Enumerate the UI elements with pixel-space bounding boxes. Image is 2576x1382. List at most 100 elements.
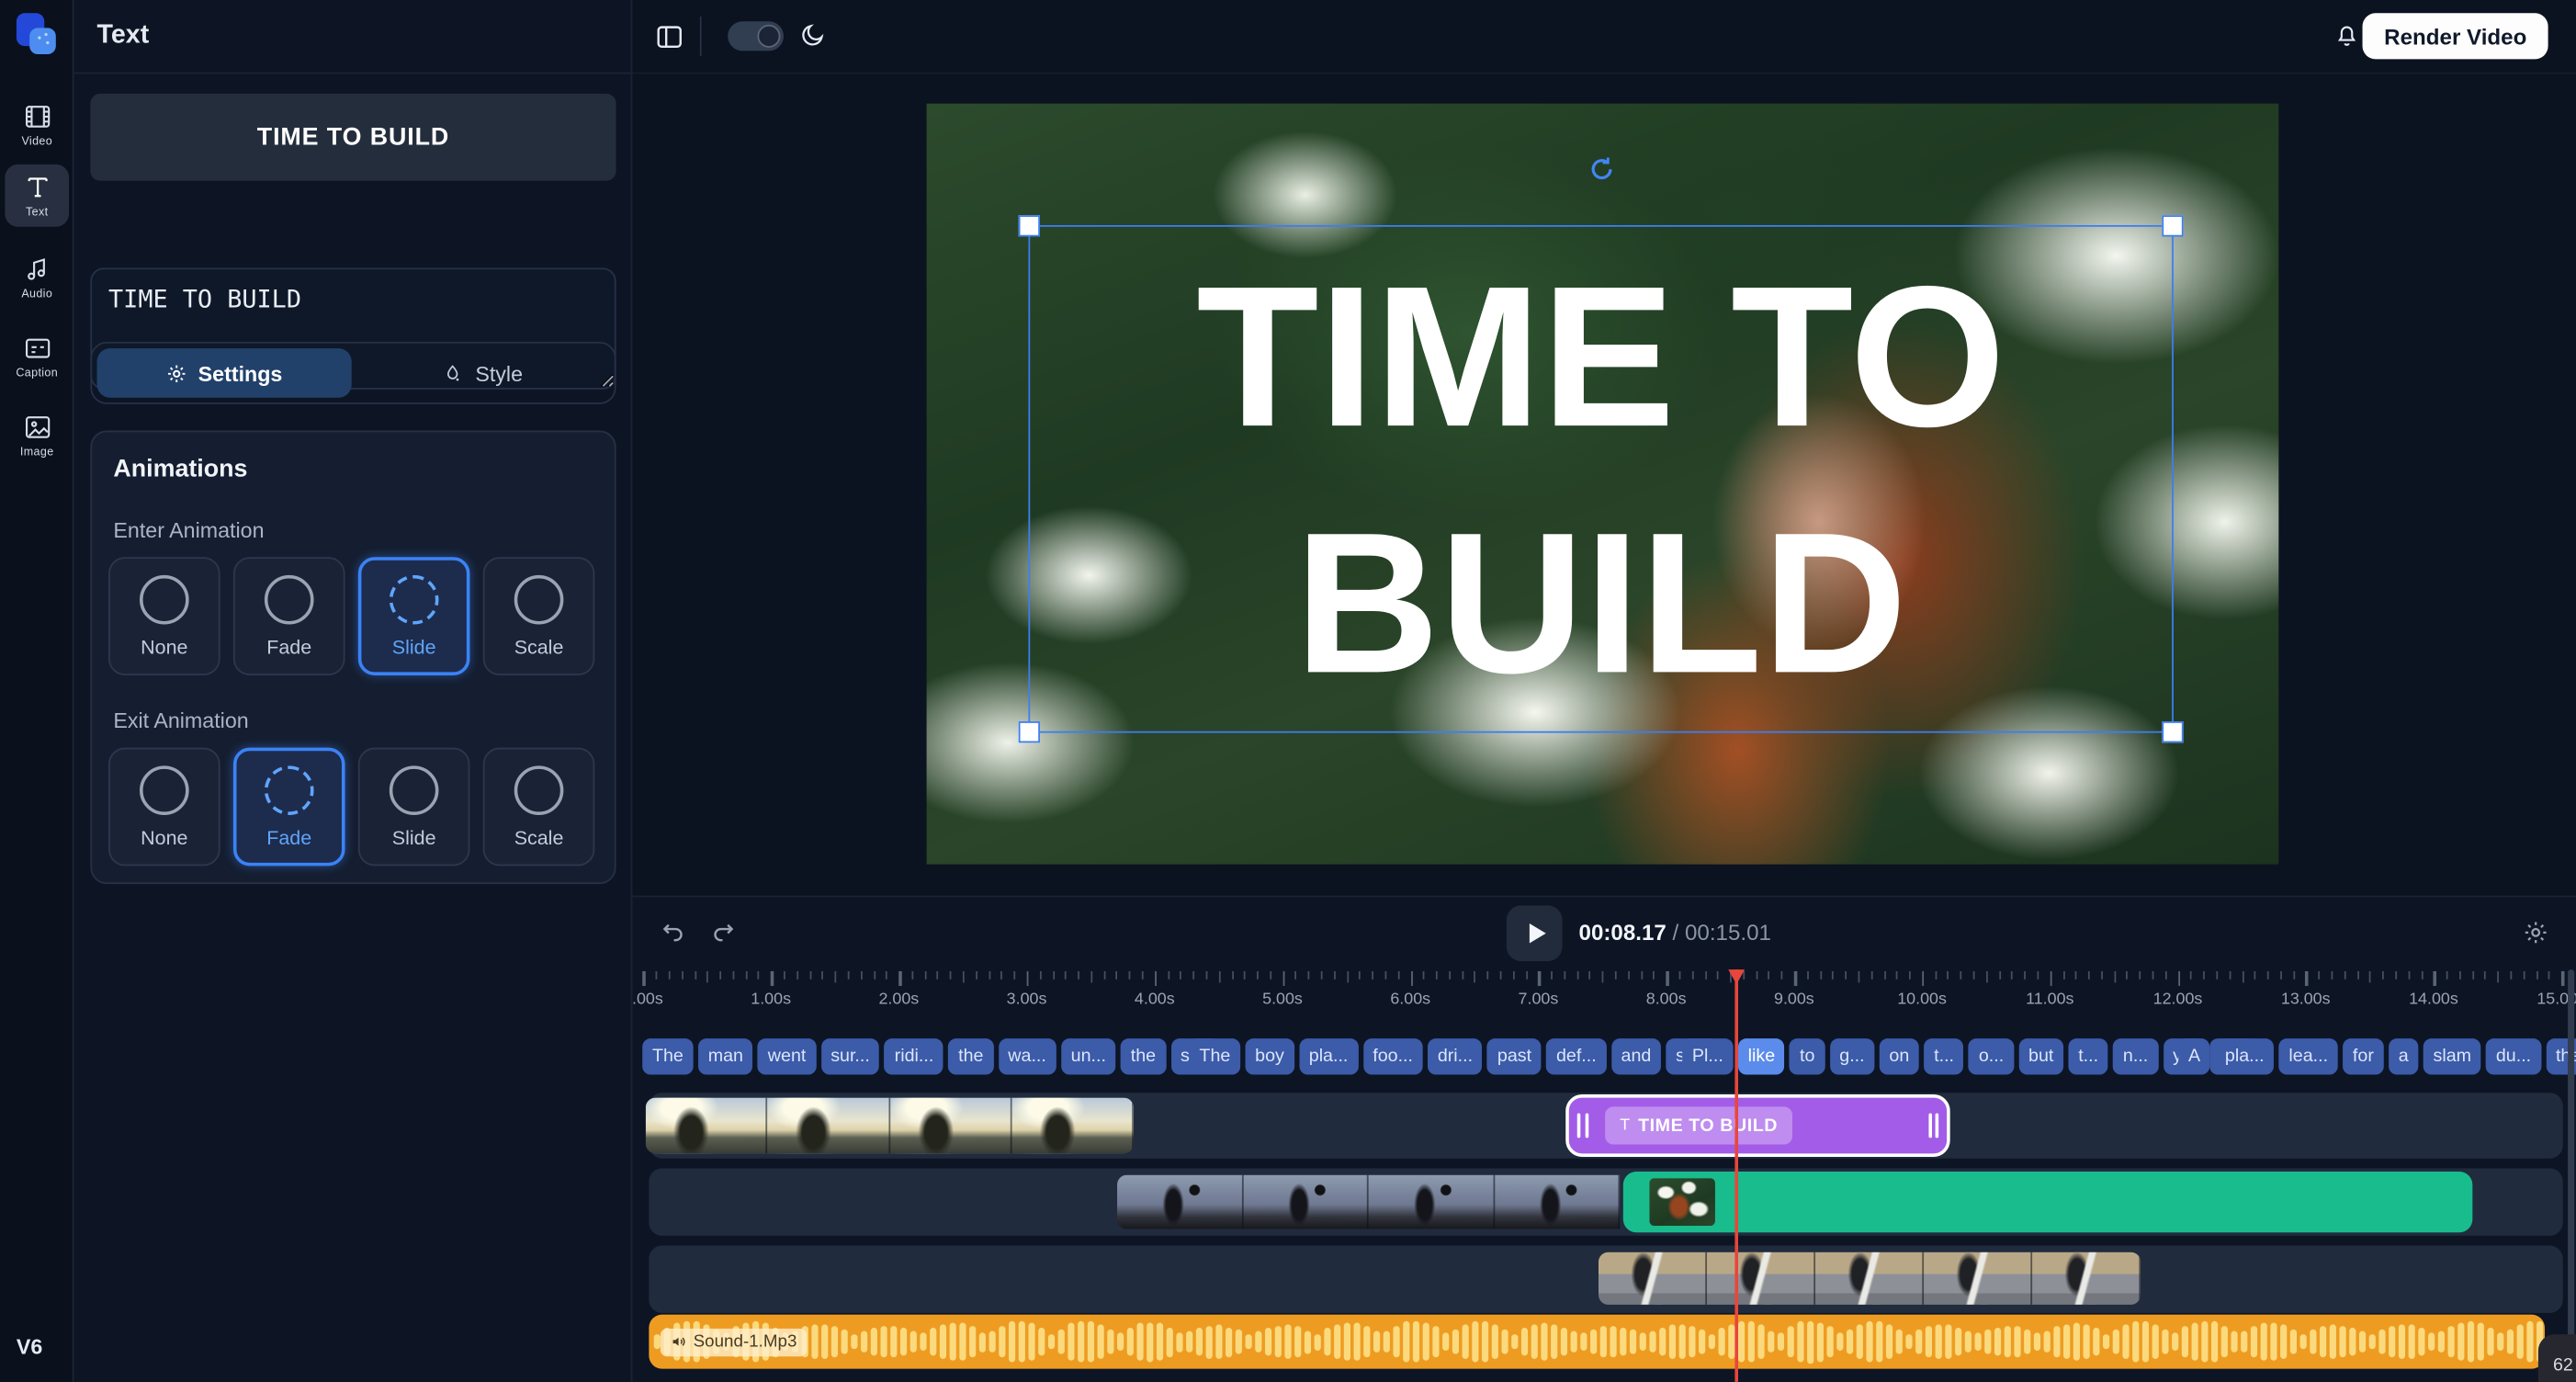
- exit-animation-option-slide[interactable]: Slide: [358, 748, 470, 867]
- caption-word-chip[interactable]: sur...: [820, 1038, 879, 1074]
- caption-word-chip[interactable]: past: [1487, 1038, 1542, 1074]
- bell-icon[interactable]: [2333, 21, 2360, 51]
- ruler-tick: [1846, 971, 1847, 980]
- waveform-bar: [1038, 1328, 1044, 1356]
- waveform-bar: [1255, 1331, 1260, 1353]
- theme-toggle-switch[interactable]: [728, 21, 784, 51]
- timeline-settings-gear-icon[interactable]: [2522, 919, 2549, 946]
- exit-animation-option-fade[interactable]: Fade: [233, 748, 345, 867]
- waveform-bar: [1136, 1323, 1142, 1360]
- soccer-video-clip[interactable]: [1117, 1175, 1620, 1229]
- caption-word-chip[interactable]: def...: [1546, 1038, 1606, 1074]
- caption-word-chip[interactable]: lea...: [2279, 1038, 2338, 1074]
- waveform-bar: [890, 1326, 896, 1357]
- caption-word-chip[interactable]: boy: [1245, 1038, 1294, 1074]
- caption-word-chip[interactable]: and: [1611, 1038, 1661, 1074]
- undo-icon[interactable]: [659, 919, 686, 946]
- sidebar-item-image[interactable]: Image: [5, 404, 69, 467]
- sidebar-item-audio[interactable]: Audio: [5, 246, 69, 309]
- redo-icon[interactable]: [710, 919, 738, 946]
- waveform-bar: [2330, 1325, 2335, 1358]
- caption-word-chip[interactable]: went: [758, 1038, 816, 1074]
- caption-word-chip[interactable]: man: [698, 1038, 753, 1074]
- ruler-tick: [2319, 971, 2321, 980]
- caption-word-chip[interactable]: foo...: [1363, 1038, 1423, 1074]
- caption-word-chip[interactable]: the: [948, 1038, 993, 1074]
- right-trim-handle[interactable]: [1936, 1114, 1939, 1138]
- caption-word-chip[interactable]: Pl...: [1682, 1038, 1733, 1074]
- waveform-bar: [1344, 1322, 1350, 1362]
- caption-word-chip[interactable]: du...: [2486, 1038, 2541, 1074]
- caption-word-chip[interactable]: The: [642, 1038, 693, 1074]
- caption-word-chip[interactable]: n...: [2113, 1038, 2158, 1074]
- ruler-tick: [1615, 971, 1617, 980]
- caption-word-chip[interactable]: for: [2343, 1038, 2383, 1074]
- caption-word-chip[interactable]: the: [1121, 1038, 1166, 1074]
- caption-word-chip[interactable]: pla...: [1299, 1038, 1358, 1074]
- caption-word-chip[interactable]: A: [2178, 1038, 2210, 1074]
- animation-preview-circle: [265, 574, 314, 624]
- video-preview-canvas[interactable]: TIME TO BUILD: [927, 104, 2279, 865]
- image-clip-green[interactable]: [1623, 1172, 2473, 1232]
- enter-animation-option-fade[interactable]: Fade: [233, 557, 345, 675]
- playhead-marker[interactable]: [1728, 969, 1745, 984]
- corner-notification-badge[interactable]: 62: [2538, 1334, 2576, 1382]
- resize-handle-top-right[interactable]: [2162, 215, 2183, 236]
- sidebar-item-text[interactable]: Text: [5, 164, 69, 227]
- text-clip-time-to-build[interactable]: T TIME TO BUILD: [1565, 1094, 1949, 1157]
- ruler-label: 3.00s: [1007, 991, 1047, 1009]
- exit-animation-option-none[interactable]: None: [108, 748, 220, 867]
- sidebar-item-video[interactable]: Video: [5, 94, 69, 156]
- caption-word-chip[interactable]: a: [2389, 1038, 2418, 1074]
- cycling-video-clip[interactable]: [1599, 1252, 2141, 1305]
- text-style-preview[interactable]: TIME TO BUILD: [90, 94, 616, 181]
- playhead-line[interactable]: [1734, 969, 1738, 1382]
- caption-word-chip[interactable]: t...: [1924, 1038, 1963, 1074]
- app-logo-icon[interactable]: [12, 12, 62, 62]
- tab-settings[interactable]: Settings: [97, 348, 351, 398]
- caption-word-chip[interactable]: t...: [2068, 1038, 2107, 1074]
- enter-animation-option-scale[interactable]: Scale: [483, 557, 595, 675]
- enter-animation-label: Enter Animation: [113, 517, 264, 542]
- waveform-bar: [1176, 1331, 1181, 1351]
- caption-word-chip[interactable]: pla...: [2215, 1038, 2274, 1074]
- caption-word-chip[interactable]: The: [1190, 1038, 1240, 1074]
- caption-word-chip[interactable]: on: [1880, 1038, 1919, 1074]
- surfer-video-clip[interactable]: [646, 1098, 1134, 1154]
- caption-word-chip[interactable]: dri...: [1428, 1038, 1483, 1074]
- enter-animation-option-none[interactable]: None: [108, 557, 220, 675]
- caption-word-chip-active[interactable]: like: [1738, 1038, 1785, 1074]
- caption-word-chip[interactable]: g...: [1830, 1038, 1875, 1074]
- caption-word-chip[interactable]: un...: [1061, 1038, 1116, 1074]
- play-button[interactable]: [1507, 905, 1563, 961]
- resize-handle-top-left[interactable]: [1019, 215, 1040, 236]
- render-video-button[interactable]: Render Video: [2363, 13, 2548, 59]
- ruler-tick: [2088, 971, 2090, 980]
- timeline-scrollbar[interactable]: [2568, 969, 2574, 1376]
- left-trim-handle[interactable]: [1577, 1114, 1581, 1138]
- rotate-handle-icon[interactable]: [1587, 154, 1616, 184]
- enter-animation-option-slide[interactable]: Slide: [358, 557, 470, 675]
- caption-word-chip[interactable]: wa...: [999, 1038, 1056, 1074]
- left-trim-handle[interactable]: [1585, 1114, 1588, 1138]
- resize-handle-bottom-right[interactable]: [2162, 721, 2183, 742]
- moon-icon[interactable]: [798, 21, 826, 49]
- ruler-tick: [898, 971, 901, 986]
- caption-word-chip[interactable]: but: [2018, 1038, 2063, 1074]
- right-trim-handle[interactable]: [1928, 1114, 1932, 1138]
- audio-clip-sound1[interactable]: Sound-1.Mp3: [649, 1315, 2545, 1369]
- caption-word-chip[interactable]: ridi...: [885, 1038, 943, 1074]
- waveform-bar: [959, 1323, 965, 1360]
- caption-word-chip[interactable]: slam: [2423, 1038, 2481, 1074]
- tab-style[interactable]: Style: [356, 348, 609, 398]
- exit-animation-option-scale[interactable]: Scale: [483, 748, 595, 867]
- text-selection-box[interactable]: [1028, 225, 2173, 733]
- sidebar-item-caption[interactable]: Caption: [5, 325, 69, 388]
- caption-word-chip[interactable]: to: [1790, 1038, 1825, 1074]
- sidebar-collapse-icon[interactable]: [654, 21, 685, 52]
- resize-handle-bottom-left[interactable]: [1019, 721, 1040, 742]
- waveform-bar: [2172, 1332, 2177, 1351]
- text-icon: [22, 173, 51, 202]
- caption-word-chip[interactable]: o...: [1969, 1038, 2014, 1074]
- timeline-ruler[interactable]: 0.00s1.00s2.00s3.00s4.00s5.00s6.00s7.00s…: [632, 971, 2576, 1019]
